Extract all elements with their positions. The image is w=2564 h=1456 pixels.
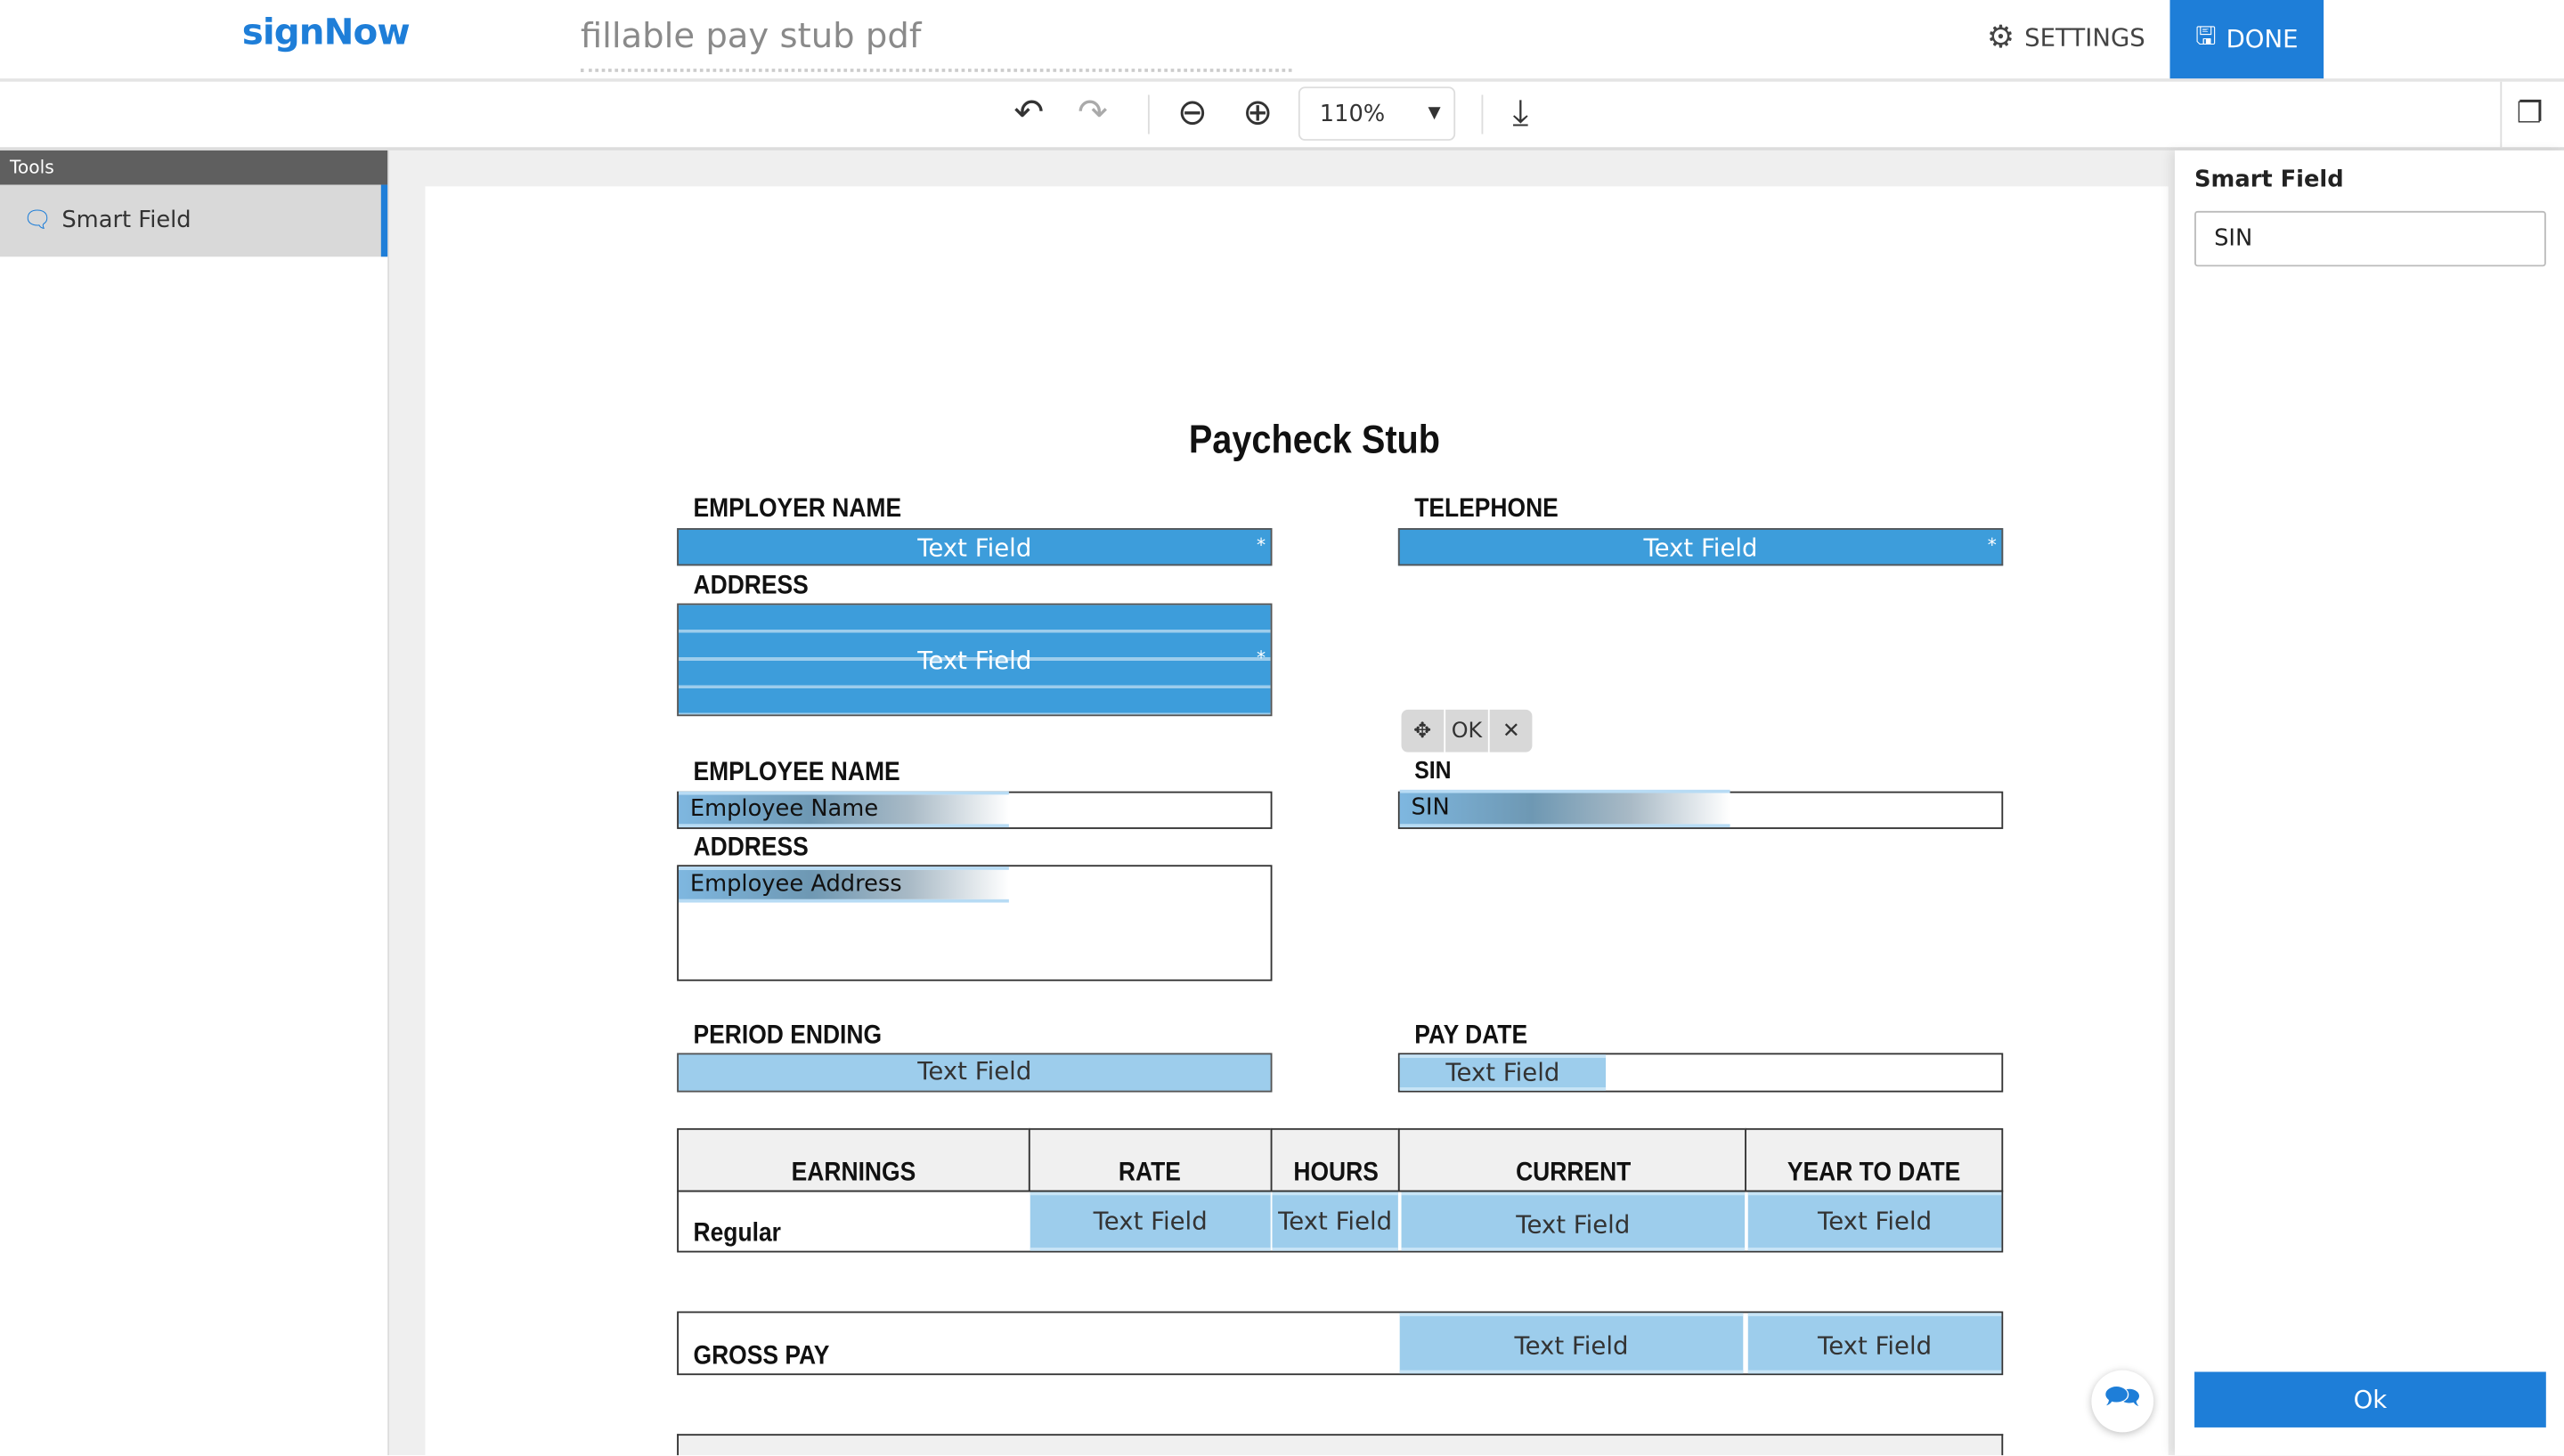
regular-label: Regular [693,1219,781,1248]
period-ending-field[interactable]: Text Field [677,1053,1273,1093]
document-title[interactable]: fillable pay stub pdf [580,16,1292,72]
employer-address-field[interactable]: Text Field * [677,603,1273,717]
employee-name-field[interactable]: Employee Name [678,791,1009,828]
sin-label: SIN [1414,757,1452,785]
zoom-value: 110% [1319,100,1386,127]
ytd-header: YEAR TO DATE [1787,1159,1961,1188]
divider [1147,94,1150,134]
gross-pay-label: GROSS PAY [693,1342,830,1371]
sin-field[interactable]: SIN [1399,789,1730,828]
required-mark: * [1987,534,1997,557]
field-placeholder: Text Field [917,646,1032,676]
employee-address-label: ADDRESS [693,834,809,862]
divider [2500,81,2503,148]
save-icon: 🖫 [2195,20,2217,51]
telephone-label: TELEPHONE [1414,495,1559,524]
comments-icon[interactable]: 🗪 [2091,1370,2154,1433]
smart-field-title: Smart Field [2194,167,2344,193]
settings-button[interactable]: ⚙ SETTINGS [1987,20,2145,55]
undo-icon[interactable]: ↶ [1013,94,1044,134]
current-header: CURRENT [1516,1159,1632,1188]
popup-ok-button[interactable]: OK [1445,709,1489,752]
caret-down-icon: ▼ [1428,104,1441,123]
close-icon[interactable]: ✕ [1490,709,1533,752]
copy-pages-icon[interactable]: ❐ [2517,96,2544,131]
rate-field[interactable]: Text Field [1030,1192,1271,1251]
employer-name-label: EMPLOYER NAME [693,495,902,524]
employee-name-label: EMPLOYEE NAME [693,758,900,787]
hours-header: HOURS [1293,1159,1379,1188]
gear-icon: ⚙ [1986,20,2015,56]
download-icon[interactable]: ⤓ [1512,94,1528,134]
pay-date-field[interactable]: Text Field [1399,1054,1607,1091]
right-panel [2175,150,2564,1456]
gross-current-field[interactable]: Text Field [1399,1313,1744,1374]
smart-field-name-input[interactable]: SIN [2194,210,2546,267]
divider [1481,94,1484,134]
hours-field[interactable]: Text Field [1272,1192,1398,1251]
left-panel [0,150,389,1456]
field-popup: ✥ OK ✕ [1401,709,1533,752]
chat-bubble-icon: 🗨 [22,207,53,234]
tools-header: Tools [0,150,388,185]
settings-label: SETTINGS [2024,22,2145,53]
document-title-heading: Paycheck Stub [1188,419,1441,463]
redo-icon[interactable]: ↷ [1078,94,1108,134]
toolbar [0,81,2564,150]
employee-address-field[interactable]: Employee Address [678,866,1009,903]
ytd-field[interactable]: Text Field [1747,1192,2002,1251]
move-icon[interactable]: ✥ [1401,709,1444,752]
field-placeholder: Text Field [1643,533,1758,563]
current-field[interactable]: Text Field [1401,1192,1746,1251]
zoom-out-icon[interactable]: ⊖ [1177,94,1208,134]
next-table-row [677,1434,2004,1456]
ok-button[interactable]: Ok [2194,1371,2546,1428]
done-label: DONE [2226,24,2299,54]
telephone-field[interactable]: Text Field * [1397,528,2004,566]
pay-date-label: PAY DATE [1414,1021,1528,1050]
field-placeholder: Text Field [917,533,1032,563]
gross-ytd-field[interactable]: Text Field [1747,1313,2002,1374]
earnings-header: EARNINGS [791,1159,916,1188]
done-button[interactable]: 🖫 DONE [2169,0,2324,79]
period-ending-label: PERIOD ENDING [693,1021,883,1050]
zoom-in-icon[interactable]: ⊕ [1242,94,1273,134]
sidebar-item-label: Smart Field [61,207,191,234]
required-mark: * [1257,647,1266,669]
rate-header: RATE [1118,1159,1181,1188]
employer-address-label: ADDRESS [693,572,809,600]
signnow-logo[interactable]: signNow [242,13,411,54]
employer-name-field[interactable]: Text Field * [677,528,1273,566]
required-mark: * [1257,534,1266,557]
zoom-select[interactable]: 110% ▼ [1298,86,1456,141]
sidebar-item-smart-field[interactable]: 🗨 Smart Field [0,184,388,257]
